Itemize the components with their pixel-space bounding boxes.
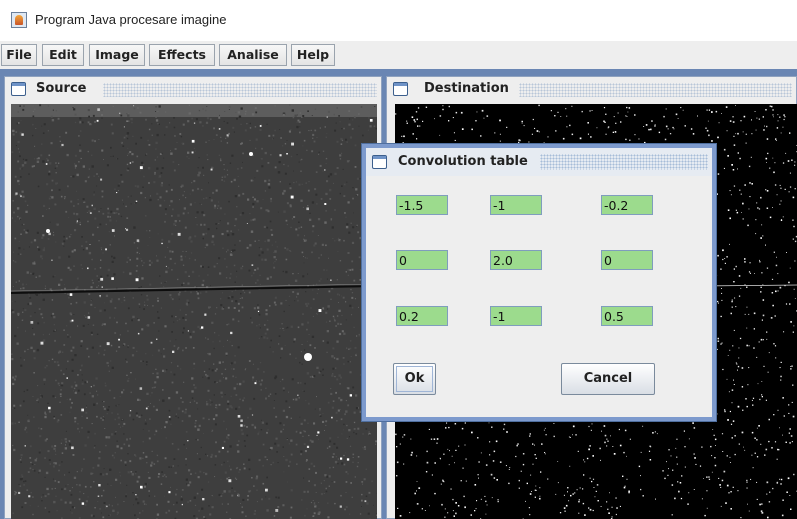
kernel-cell-r2c1[interactable] <box>396 250 448 270</box>
menu-effects[interactable]: Effects <box>149 44 215 66</box>
convolution-dialog: Convolution table Ok Cancel <box>361 143 717 422</box>
source-frame[interactable]: Source <box>4 76 382 519</box>
window-title: Program Java procesare imagine <box>35 12 227 27</box>
titlebar-grip <box>103 83 377 97</box>
kernel-cell-r3c2[interactable] <box>490 306 542 326</box>
source-frame-title: Source <box>36 81 87 96</box>
java-cup-icon <box>11 12 27 28</box>
kernel-cell-r1c3[interactable] <box>601 195 653 215</box>
titlebar-grip <box>540 154 708 170</box>
source-starfield <box>11 104 377 519</box>
kernel-cell-r2c3[interactable] <box>601 250 653 270</box>
dialog-titlebar[interactable]: Convolution table <box>366 148 712 176</box>
cancel-button[interactable]: Cancel <box>561 363 655 395</box>
window-titlebar: Program Java procesare imagine <box>0 0 797 40</box>
destination-frame-title: Destination <box>424 81 509 96</box>
titlebar-grip <box>519 83 792 97</box>
kernel-cell-r1c2[interactable] <box>490 195 542 215</box>
menu-bar: File Edit Image Effects Analise Help <box>0 41 797 69</box>
kernel-cell-r3c3[interactable] <box>601 306 653 326</box>
destination-frame-titlebar[interactable]: Destination <box>387 77 796 103</box>
dialog-title: Convolution table <box>398 154 528 169</box>
source-image <box>11 104 377 519</box>
source-frame-titlebar[interactable]: Source <box>5 77 381 103</box>
menu-analise[interactable]: Analise <box>219 44 287 66</box>
kernel-cell-r3c1[interactable] <box>396 306 448 326</box>
menu-help[interactable]: Help <box>291 44 335 66</box>
menu-file[interactable]: File <box>1 44 37 66</box>
menu-edit[interactable]: Edit <box>42 44 84 66</box>
kernel-cell-r2c2[interactable] <box>490 250 542 270</box>
window-icon <box>372 155 387 169</box>
window-icon <box>393 82 408 96</box>
ok-button[interactable]: Ok <box>393 363 436 395</box>
kernel-cell-r1c1[interactable] <box>396 195 448 215</box>
menu-image[interactable]: Image <box>89 44 145 66</box>
window-icon <box>11 82 26 96</box>
